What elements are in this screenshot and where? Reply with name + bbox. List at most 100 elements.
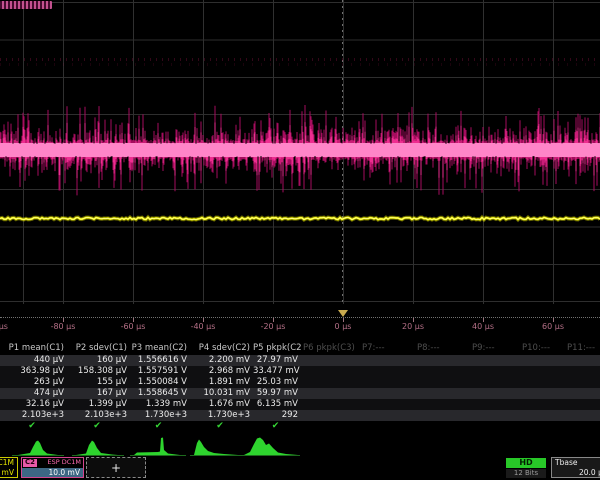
param-histicons[interactable] [0,430,600,458]
param-cell-min: 155 µV [67,377,130,388]
param-cell-max [415,388,470,399]
c2-descriptor-box[interactable]: C2 ESP DC1M 10.0 mV [21,457,84,478]
param-cell-max: 10.031 mV [190,388,253,399]
time-axis-tick-label: -80 µs [51,322,76,331]
param-cell-sdev [470,399,520,410]
time-axis: -100 µs-80 µs-60 µs-40 µs-20 µs0 µs20 µs… [0,304,600,340]
hd-mode-badge: HD [506,458,546,468]
param-cell-num [360,410,415,421]
param-cell-num [565,410,600,421]
param-cell-sdev: 1.399 µV [67,399,130,410]
time-axis-tick-label: -40 µs [191,322,216,331]
param-header[interactable]: P2 sdev(C1) [67,342,130,355]
add-trace-button[interactable]: + [86,457,146,478]
param-cell-num: 2.103e+3 [67,410,130,421]
c2-channel-badge: C2 [23,459,37,467]
c1-descriptor-box[interactable]: DC1M 50.0 mV [0,457,18,478]
param-cell-max [360,388,415,399]
param-cell-value: 160 µV [67,355,130,366]
param-cell-mean: 363.98 µV [0,366,67,377]
param-cell-mean: 2.968 mV [190,366,253,377]
param-cell-mean: 158.308 µV [67,366,130,377]
param-cell-max [301,388,360,399]
param-cell-min [470,377,520,388]
param-cell-min [520,377,565,388]
trace-annotation-badge [0,1,52,9]
tbase-value: 20.0 µs [579,468,600,477]
param-cell-max: 167 µV [67,388,130,399]
param-cell-value [415,355,470,366]
param-cell-sdev [360,399,415,410]
param-cell-max: 1.558645 V [130,388,190,399]
param-cell-mean [301,366,360,377]
param-header: P8:--- [415,342,470,355]
timebase-descriptor-box[interactable]: Tbase 20.0 µs [551,457,600,478]
param-cell-sdev [520,399,565,410]
time-axis-line [0,317,600,318]
param-cell-value: 2.200 mV [190,355,253,366]
c2-scale: 10.0 mV [48,468,80,477]
param-header: P10:--- [520,342,565,355]
param-header[interactable]: P3 mean(C2) [130,342,190,355]
time-axis-tick-label: 40 µs [472,322,494,331]
c2-coupling: ESP DC1M [47,458,83,468]
c1-coupling: DC1M [0,458,14,467]
param-cell-max: 59.97 mV [253,388,301,399]
param-cell-num: 292 [253,410,301,421]
param-cell-mean [360,366,415,377]
time-axis-tick-label: -60 µs [121,322,146,331]
param-cell-num: 2.103e+3 [0,410,67,421]
param-cell-mean [415,366,470,377]
histicon-p3 [134,438,180,456]
param-cell-mean [520,366,565,377]
param-cell-min: 263 µV [0,377,67,388]
time-axis-tick-label: 60 µs [542,322,564,331]
param-cell-sdev [565,399,600,410]
time-axis-tick-label: -20 µs [261,322,286,331]
param-header[interactable]: P4 sdev(C2) [190,342,253,355]
histicon-p2 [76,441,118,456]
param-cell-num [415,410,470,421]
trace-plot [0,0,600,304]
param-cell-value [520,355,565,366]
histicon-p5 [244,438,298,456]
param-header: P9:--- [470,342,520,355]
c1-scale: 50.0 mV [0,468,14,477]
param-cell-sdev [415,399,470,410]
param-header[interactable]: P5 pkpk(C2) [253,342,301,355]
time-axis-tick-label: 0 µs [335,322,352,331]
param-cell-num [520,410,565,421]
param-cell-sdev: 1.676 mV [190,399,253,410]
param-cell-num [470,410,520,421]
param-cell-mean: 1.557591 V [130,366,190,377]
histicon-p1 [18,441,58,456]
param-header[interactable]: P1 mean(C1) [0,342,67,355]
param-header: P11:--- [565,342,600,355]
param-cell-max [565,388,600,399]
param-cell-max [470,388,520,399]
param-cell-min [415,377,470,388]
param-cell-num: 1.730e+3 [190,410,253,421]
trigger-position-marker[interactable] [338,310,348,317]
param-cell-value: 440 µV [0,355,67,366]
waveform-grid-area[interactable] [0,0,600,304]
time-axis-tick-label: 20 µs [402,322,424,331]
param-cell-value [360,355,415,366]
param-cell-value [565,355,600,366]
param-cell-num [301,410,360,421]
param-cell-min: 1.891 mV [190,377,253,388]
param-cell-mean [470,366,520,377]
measurement-table: P1 mean(C1)P2 sdev(C1)P3 mean(C2)P4 sdev… [0,342,600,432]
param-cell-min [565,377,600,388]
param-cell-value [470,355,520,366]
param-cell-min [360,377,415,388]
param-cell-value [301,355,360,366]
param-cell-num: 1.730e+3 [130,410,190,421]
param-cell-sdev: 6.135 mV [253,399,301,410]
param-cell-max [520,388,565,399]
param-cell-sdev [301,399,360,410]
param-cell-value: 1.556616 V [130,355,190,366]
histicon-p4 [194,440,238,456]
c2-trace-core [0,143,600,157]
param-header: P7:--- [360,342,415,355]
